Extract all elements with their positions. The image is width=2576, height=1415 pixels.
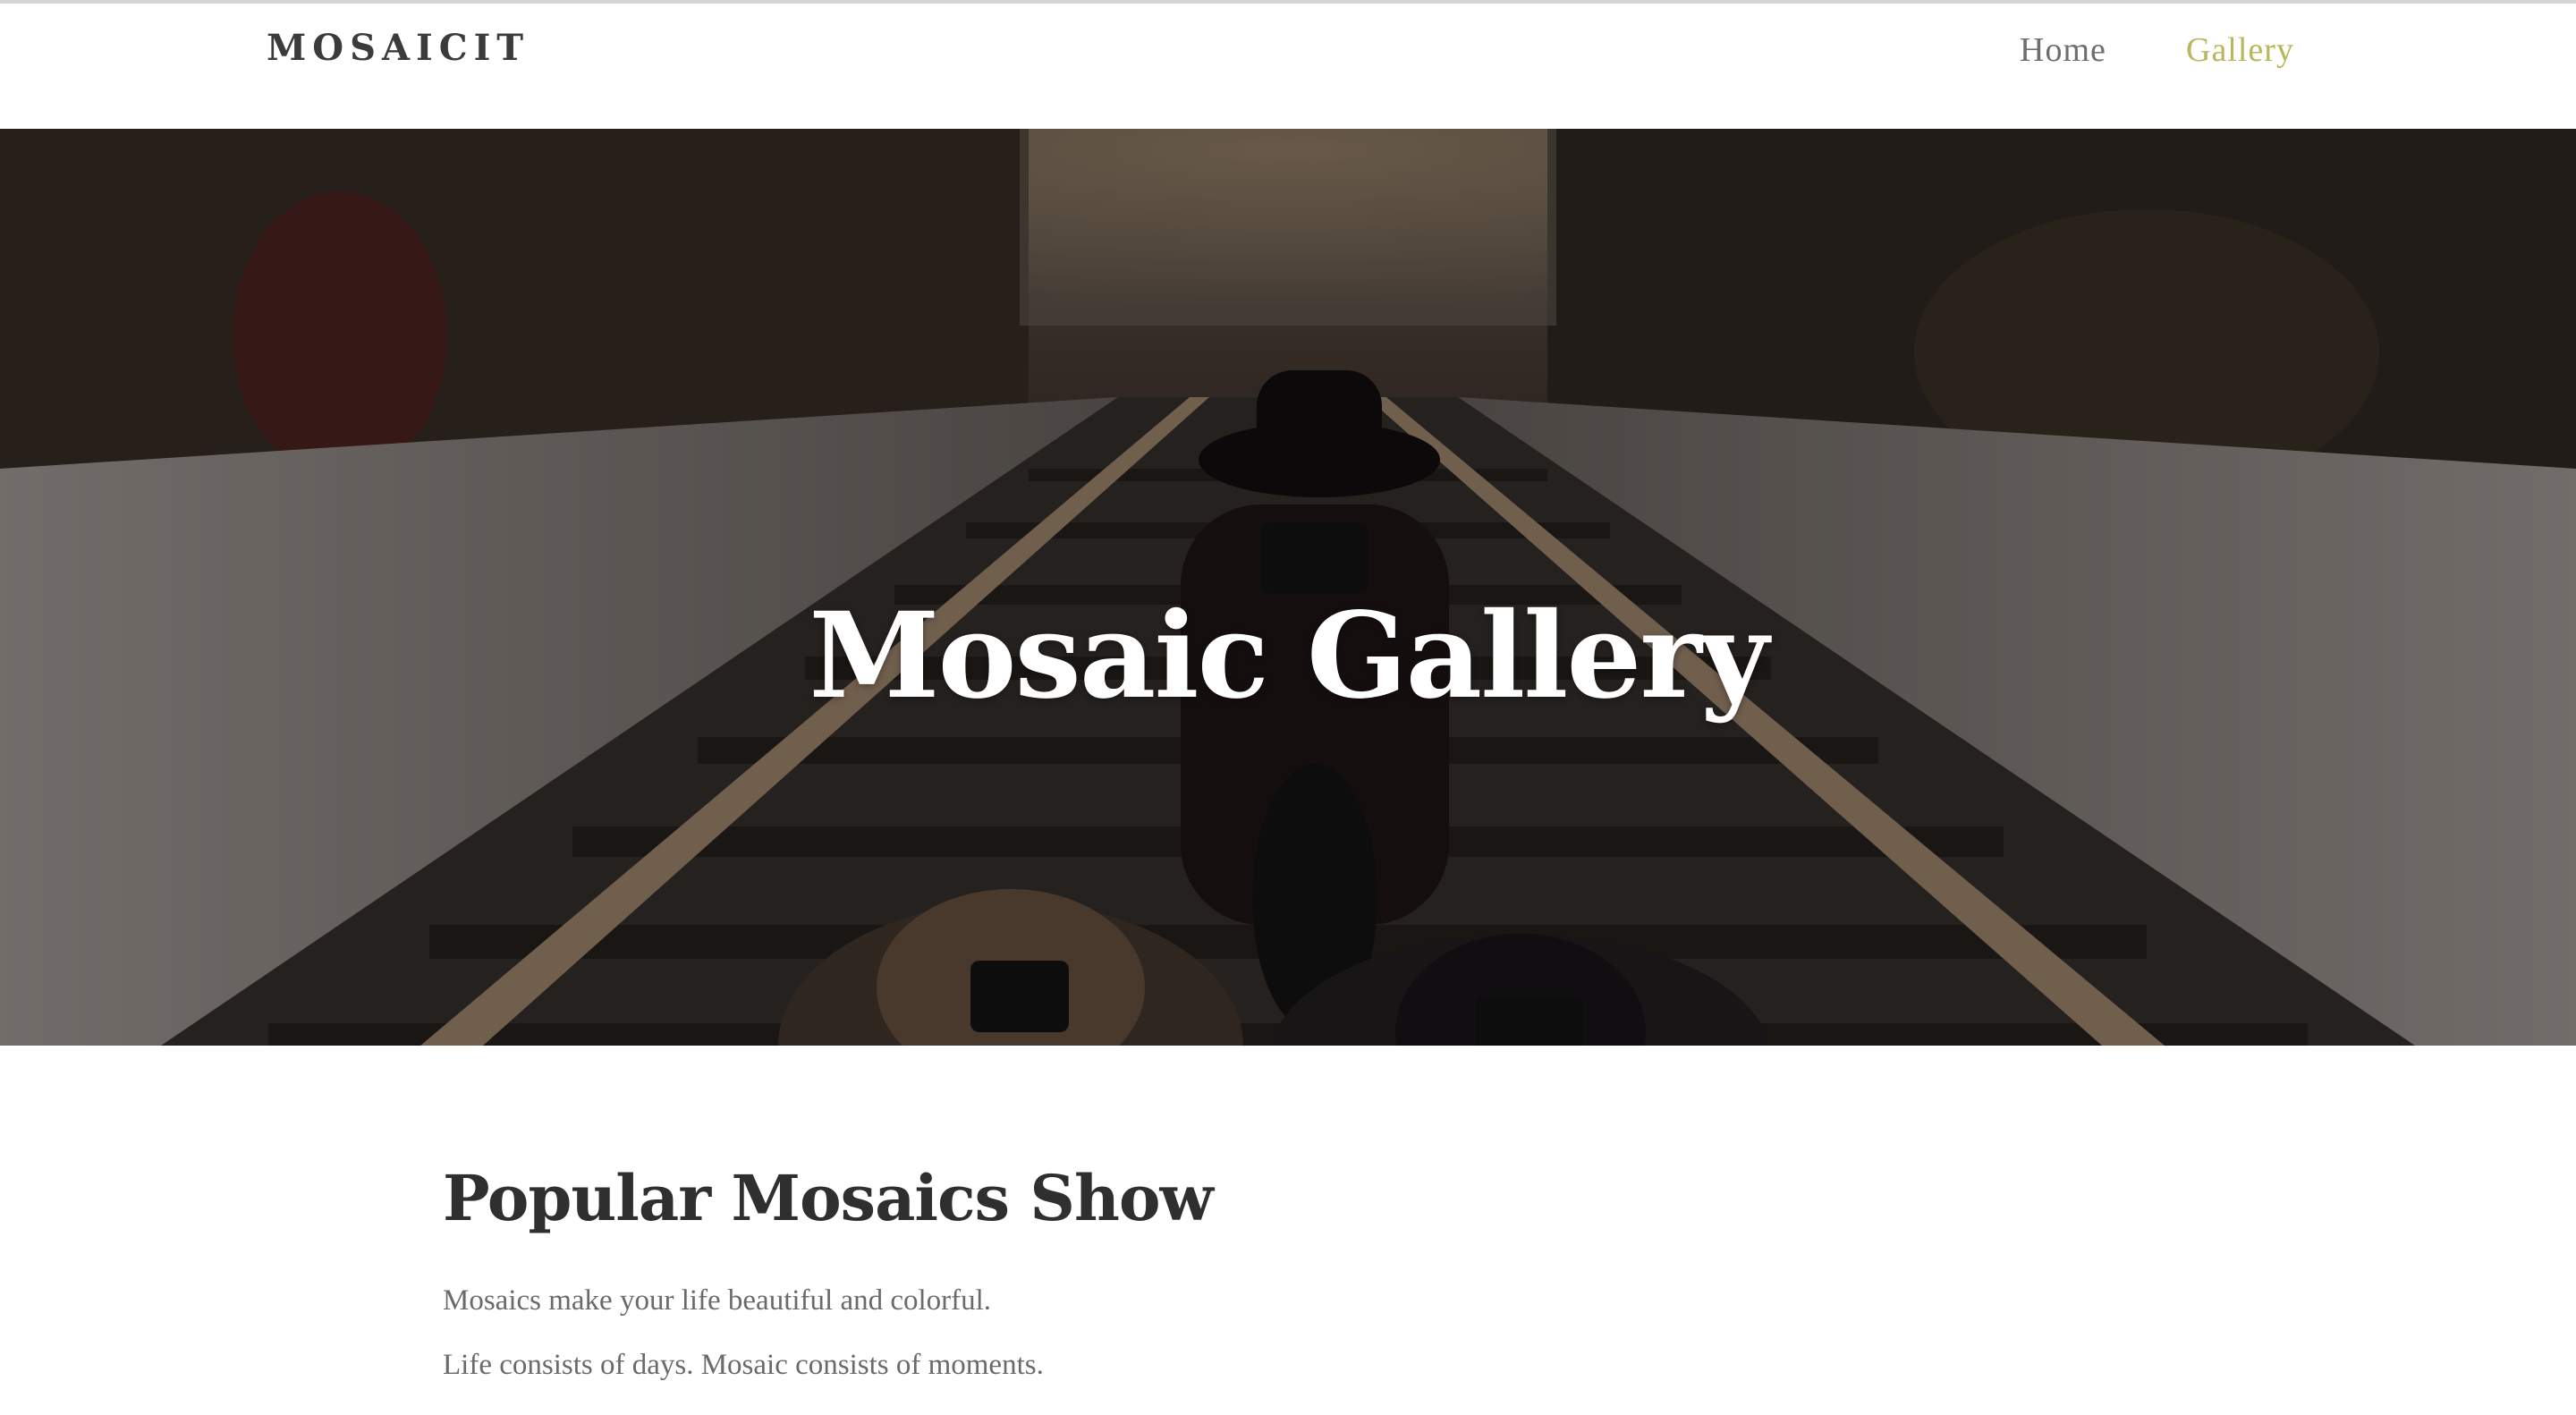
- section-paragraph-1: Mosaics make your life beautiful and col…: [443, 1284, 992, 1317]
- site-logo[interactable]: MOSAICIT: [267, 27, 530, 69]
- section-title: Popular Mosaics Show: [443, 1161, 1214, 1235]
- nav-link-gallery[interactable]: Gallery: [2186, 30, 2294, 70]
- main-content: Popular Mosaics Show Mosaics make your l…: [443, 1161, 2142, 1381]
- hero-title: Mosaic Gallery: [809, 587, 1768, 726]
- hero-banner: Mosaic Gallery: [0, 129, 2576, 1046]
- nav-link-home[interactable]: Home: [2020, 30, 2106, 70]
- navbar: MOSAICIT Home Gallery: [0, 4, 2576, 129]
- section-paragraph-2: Life consists of days. Mosaic consists o…: [443, 1349, 1044, 1381]
